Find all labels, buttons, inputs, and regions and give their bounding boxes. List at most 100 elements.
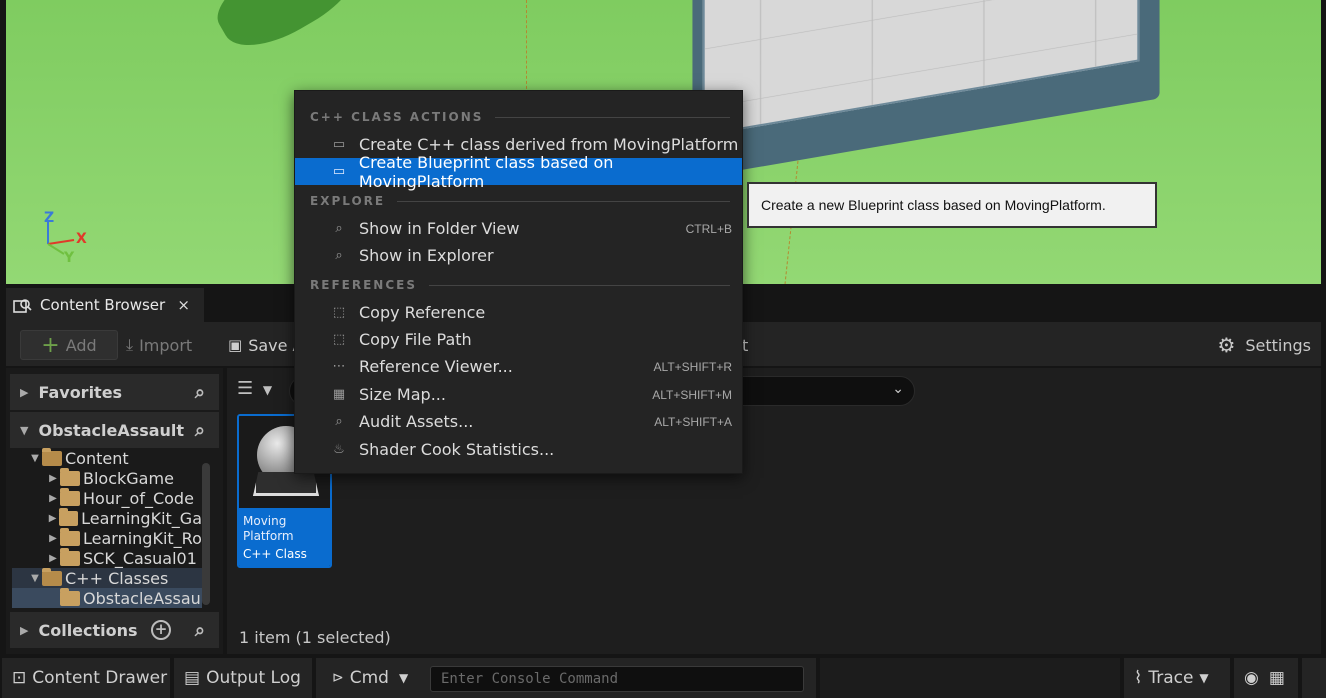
add-button-label: Add: [65, 335, 97, 355]
chevron-right-icon: ▶: [48, 512, 57, 524]
cmd-dropdown-label[interactable]: Cmd: [350, 668, 389, 688]
content-drawer-label: Content Drawer: [32, 668, 168, 688]
menu-item-size-map[interactable]: ▦ Size Map... ALT+SHIFT+M: [295, 381, 742, 408]
save-all-button[interactable]: ▣ Save A: [228, 330, 304, 360]
save-icon: ▣: [228, 336, 243, 354]
chevron-down-icon[interactable]: ▼: [399, 671, 408, 685]
section-label: C++ CLASS ACTIONS: [310, 110, 484, 124]
collections-label: Collections: [38, 620, 138, 640]
cpp-folder-icon: [60, 587, 80, 606]
favorites-header[interactable]: ▶ Favorites ⌕: [10, 374, 219, 410]
chevron-down-icon: ▼: [31, 452, 39, 464]
asset-tile-label: Moving Platform C++ Class: [239, 508, 330, 566]
screenshot-icon[interactable]: ▦: [1269, 668, 1285, 688]
section-divider: [397, 200, 730, 202]
tree-item-learningkit-ro[interactable]: ▶ LearningKit_Ro: [12, 527, 202, 548]
console-command-input[interactable]: Enter Console Command: [430, 666, 804, 692]
tree-item-label: C++ Classes: [65, 568, 169, 588]
tree-scrollbar[interactable]: [202, 463, 210, 605]
tree-item-content[interactable]: ▼ Content: [12, 448, 202, 468]
close-icon[interactable]: ×: [177, 296, 190, 314]
menu-item-show-in-folder-view[interactable]: ⌕ Show in Folder View CTRL+B: [295, 215, 742, 242]
tree-item-hour-of-code[interactable]: ▶ Hour_of_Code: [12, 487, 202, 508]
chevron-right-icon: ▶: [49, 552, 57, 564]
collections-header[interactable]: ▶ Collections + ⌕: [10, 612, 219, 648]
output-log-button[interactable]: ▤ Output Log: [174, 658, 312, 698]
tree-item-sck-casual01[interactable]: ▶ SCK_Casual01: [12, 547, 202, 568]
tree-item-blockgame[interactable]: ▶ BlockGame: [12, 467, 202, 488]
folder-icon: [60, 527, 80, 546]
tree-item-learningkit-ga[interactable]: ▶ LearningKit_Ga: [12, 507, 202, 528]
audit-search-icon: ⌕: [335, 414, 343, 429]
context-menu: C++ CLASS ACTIONS ▭ Create C++ class der…: [294, 90, 743, 474]
tree-item-cpp-classes[interactable]: ▼ C++ Classes: [12, 567, 202, 588]
filter-button[interactable]: ☰ ▼: [237, 378, 272, 399]
menu-item-copy-file-path[interactable]: ⬚ Copy File Path: [295, 326, 742, 353]
chevron-down-icon: ▼: [262, 383, 273, 397]
asset-count-status: 1 item (1 selected): [239, 628, 391, 647]
chevron-right-icon: ▶: [49, 472, 57, 484]
menu-item-label: Create C++ class derived from MovingPlat…: [359, 135, 739, 154]
tab-content-browser-label: Content Browser: [40, 296, 166, 314]
favorites-label: Favorites: [38, 382, 123, 402]
axis-gizmo: Z X Y: [42, 210, 112, 272]
tree-item-label: LearningKit_Ro: [83, 528, 202, 548]
axis-z-label: Z: [44, 210, 55, 226]
status-bar-spacer: [820, 658, 1120, 698]
tree-item-label: ObstacleAssau: [83, 588, 201, 608]
project-header[interactable]: ▼ ObstacleAssault ⌕: [10, 412, 219, 448]
settings-button-label: Settings: [1245, 335, 1311, 355]
content-drawer-button[interactable]: ⊡ Content Drawer: [2, 658, 170, 698]
search-icon[interactable]: ⌕: [195, 382, 205, 403]
sources-panel: ▶ Favorites ⌕ ▼ ObstacleAssault ⌕ ▼ Cont…: [6, 368, 223, 654]
chevron-right-icon: ▶: [20, 623, 29, 637]
menu-item-reference-viewer[interactable]: ⋯ Reference Viewer... ALT+SHIFT+R: [295, 353, 742, 380]
folder-icon: [60, 547, 80, 566]
folder-icon: [59, 507, 79, 526]
add-button[interactable]: + Add: [20, 330, 118, 360]
output-log-icon: ▤: [184, 668, 201, 688]
tooltip: Create a new Blueprint class based on Mo…: [747, 182, 1157, 228]
status-bar: ⊡ Content Drawer ▤ Output Log ⊳ Cmd ▼ En…: [0, 658, 1326, 698]
menu-item-shader-cook-statistics[interactable]: ♨ Shader Cook Statistics...: [295, 436, 742, 463]
folder-open-icon: [42, 567, 62, 586]
menu-item-label: Audit Assets...: [359, 412, 474, 431]
import-button[interactable]: ⤓ Import: [126, 330, 192, 360]
search-icon[interactable]: ⌕: [195, 620, 205, 641]
folder-icon: [60, 467, 80, 486]
axis-y-label: Y: [64, 250, 75, 266]
folder-icon: [60, 487, 80, 506]
trace-button[interactable]: ⌇ Trace ▼: [1124, 658, 1230, 698]
project-label: ObstacleAssault: [38, 420, 185, 440]
tree-item-obstacleassault-module[interactable]: ObstacleAssau: [12, 587, 202, 608]
settings-button[interactable]: ⚙ Settings: [1217, 330, 1311, 360]
section-explore: EXPLORE: [310, 193, 730, 209]
record-icon[interactable]: ◉: [1244, 668, 1259, 688]
menu-item-label: Show in Folder View: [359, 219, 520, 238]
add-collection-icon[interactable]: +: [151, 620, 171, 640]
content-browser-icon: [13, 299, 32, 313]
tab-content-browser[interactable]: Content Browser ×: [6, 288, 204, 322]
chevron-right-icon: ▶: [20, 385, 29, 399]
menu-item-label: Size Map...: [359, 385, 446, 404]
trace-icon: ⌇: [1134, 668, 1143, 688]
base-thumbnail-icon: [253, 472, 319, 496]
menu-item-audit-assets[interactable]: ⌕ Audit Assets... ALT+SHIFT+A: [295, 408, 742, 435]
size-map-icon: ▦: [332, 387, 346, 402]
menu-item-label: Create Blueprint class based on MovingPl…: [358, 152, 614, 191]
menu-item-shortcut: CTRL+B: [685, 221, 732, 236]
output-log-label: Output Log: [206, 668, 301, 688]
copy-icon: ⬚: [332, 305, 346, 320]
menu-item-show-in-explorer[interactable]: ⌕ Show in Explorer: [295, 242, 742, 269]
chevron-down-icon[interactable]: ⌄: [892, 381, 904, 397]
menu-item-copy-reference[interactable]: ⬚ Copy Reference: [295, 299, 742, 326]
plus-icon: +: [41, 332, 60, 358]
chevron-down-icon: ▼: [1199, 671, 1209, 685]
menu-item-shortcut: ALT+SHIFT+A: [654, 414, 732, 429]
trace-controls: ◉ ▦: [1234, 658, 1298, 698]
menu-item-create-blueprint-class[interactable]: ▭ Create Blueprint class based on Moving…: [295, 153, 742, 191]
reference-graph-icon: ⋯: [332, 359, 346, 374]
menu-item-label: Show in Explorer: [359, 246, 494, 265]
search-icon[interactable]: ⌕: [195, 420, 205, 441]
menu-item-label: Copy Reference: [359, 303, 486, 322]
